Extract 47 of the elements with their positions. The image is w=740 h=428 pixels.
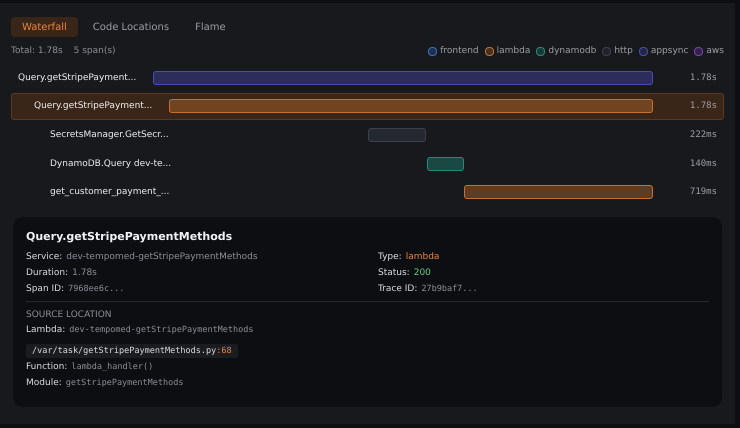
span-duration: 222ms bbox=[688, 130, 718, 140]
span-duration: 719ms bbox=[688, 187, 718, 198]
field-label: Lambda: bbox=[26, 324, 66, 335]
field-value: 27b9baf7... bbox=[421, 284, 478, 294]
field-label: Trace ID: bbox=[378, 284, 418, 294]
field-label: Span ID: bbox=[26, 284, 64, 294]
span-name: DynamoDB.Query dev-te... bbox=[50, 158, 172, 169]
legend-label: appsync bbox=[650, 46, 688, 56]
span-row[interactable]: Query.getStripePayment... 1.78s bbox=[11, 64, 724, 91]
span-row[interactable]: get_customer_payment_... 719ms bbox=[11, 178, 724, 206]
field-value: dev-tempomed-getStripePaymentMethods bbox=[69, 324, 254, 335]
file-path: /var/task/getStripePaymentMethods.py:68 bbox=[26, 344, 238, 358]
field-value: getStripePaymentMethods bbox=[66, 378, 184, 388]
legend-label: lambda bbox=[496, 46, 530, 56]
span-name: Query.getStripePayment... bbox=[18, 72, 138, 82]
span-count: 5 span(s) bbox=[74, 46, 116, 56]
section-heading: SOURCE LOCATION bbox=[26, 308, 113, 322]
view-tab[interactable]: Flame bbox=[184, 17, 237, 37]
field-label: Service: bbox=[26, 252, 62, 262]
field-value: lambda_handler() bbox=[71, 362, 154, 372]
span-row[interactable]: Query.getStripePayment... 1.78s bbox=[11, 92, 724, 120]
legend-label: frontend bbox=[440, 46, 479, 56]
legend-label: dynamodb bbox=[548, 46, 596, 56]
field-label: Duration: bbox=[26, 268, 68, 278]
span-name: SecretsManager.GetSecr... bbox=[50, 130, 170, 140]
field-label: Function: bbox=[26, 362, 68, 372]
span-row[interactable]: SecretsManager.GetSecr... 222ms bbox=[11, 121, 724, 148]
span-row[interactable]: DynamoDB.Query dev-te... 140ms bbox=[11, 150, 724, 178]
field-value: 1.78s bbox=[72, 268, 97, 278]
field-value: 200 bbox=[414, 268, 431, 278]
legend-label: http bbox=[614, 46, 633, 56]
field-label: Type: bbox=[378, 252, 402, 262]
legend-label: aws bbox=[706, 46, 724, 56]
field-value: 7968ee6c... bbox=[68, 284, 124, 294]
span-name: Query.getStripePayment... bbox=[34, 101, 154, 112]
total-duration: Total: 1.78s bbox=[11, 46, 63, 56]
span-duration: 140ms bbox=[688, 158, 718, 169]
span-duration: 1.78s bbox=[688, 101, 718, 112]
field-value: lambda bbox=[406, 252, 440, 262]
span-duration: 1.78s bbox=[688, 72, 718, 82]
field-label: Status: bbox=[378, 268, 410, 278]
view-tab[interactable]: Waterfall bbox=[11, 17, 78, 37]
field-value: dev-tempomed-getStripePaymentMethods bbox=[66, 252, 258, 262]
span-name: get_customer_payment_... bbox=[50, 187, 170, 198]
field-label: Module: bbox=[26, 378, 62, 388]
span-title: Query.getStripePaymentMethods bbox=[26, 230, 234, 243]
view-tab[interactable]: Code Locations bbox=[82, 17, 180, 37]
